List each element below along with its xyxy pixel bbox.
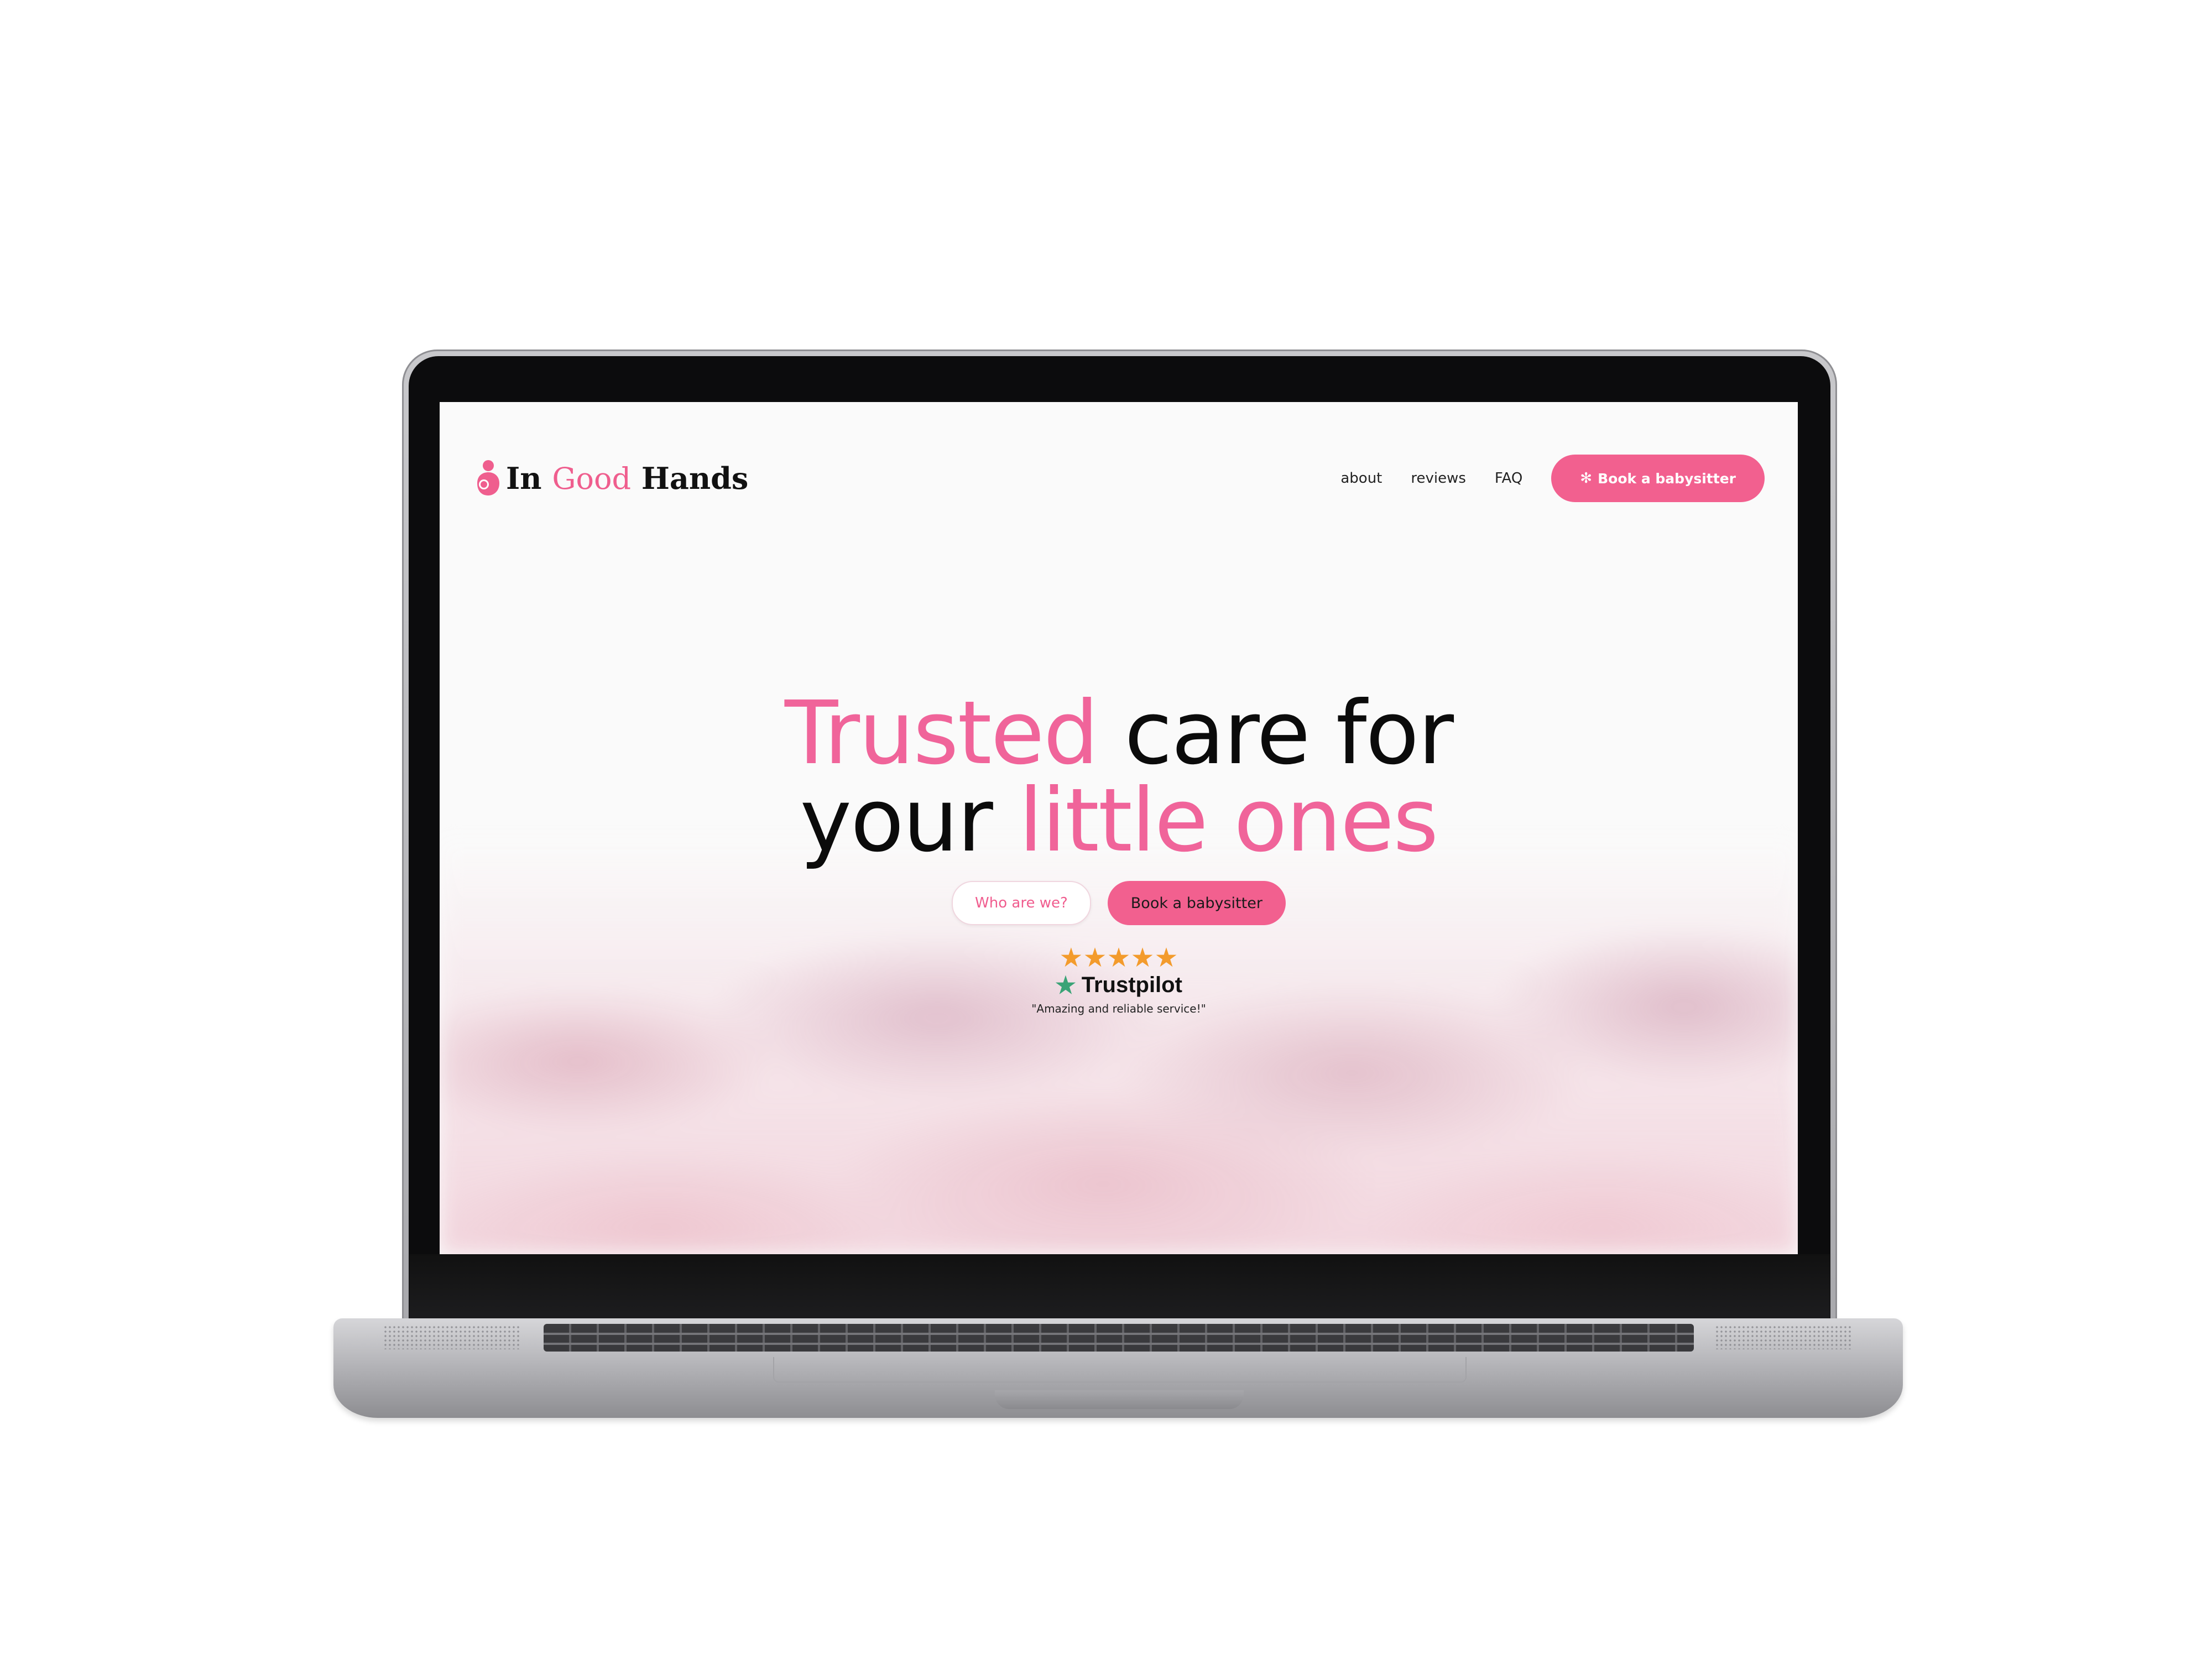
review-quote: "Amazing and reliable service!": [1031, 1002, 1206, 1015]
nav-link-reviews[interactable]: reviews: [1411, 470, 1466, 487]
hero-line-1: Trusted care for: [440, 690, 1798, 777]
hero-accent-1: Trusted: [784, 682, 1099, 784]
keyboard: [544, 1324, 1694, 1352]
brand-name-part3: Hands: [641, 461, 749, 496]
hero-text-2: your: [800, 770, 1019, 872]
screen-chin: [409, 1254, 1830, 1319]
trustpilot-label: Trustpilot: [1081, 973, 1182, 997]
trackpad: [773, 1357, 1467, 1383]
rating-stars-icon: ★★★★★: [1059, 943, 1178, 973]
brand-name-part1: In: [506, 461, 542, 496]
speaker-grille-left: [383, 1325, 521, 1349]
nav-cta-label: Book a babysitter: [1598, 470, 1736, 487]
brand-name-part2: Good: [552, 461, 632, 496]
top-navigation: In Good Hands about reviews FAQ ✻ Book a…: [440, 452, 1798, 507]
speaker-grille-right: [1715, 1325, 1853, 1349]
mother-child-icon: [477, 460, 499, 495]
brand-logo[interactable]: In Good Hands: [472, 456, 748, 500]
nav-links: about reviews FAQ ✻ Book a babysitter: [1340, 455, 1765, 502]
nav-link-faq[interactable]: FAQ: [1495, 470, 1522, 487]
trustpilot-star-icon: ★: [1055, 972, 1076, 998]
nav-link-about[interactable]: about: [1340, 470, 1382, 487]
hero-accent-2: little ones: [1019, 770, 1438, 872]
nav-book-babysitter-button[interactable]: ✻ Book a babysitter: [1551, 455, 1765, 502]
book-babysitter-button[interactable]: Book a babysitter: [1107, 881, 1286, 925]
who-are-we-button[interactable]: Who are we?: [952, 881, 1091, 925]
lid-notch: [995, 1390, 1244, 1409]
trustpilot-badge[interactable]: ★ Trustpilot: [440, 972, 1798, 999]
hero-headline: Trusted care for your little ones: [440, 690, 1798, 864]
hero-buttons: Who are we? Book a babysitter: [440, 881, 1798, 925]
brand-name: In Good Hands: [506, 461, 748, 496]
hero-line-2: your little ones: [440, 777, 1798, 864]
person-icon: ✻: [1580, 470, 1593, 487]
laptop-base: [333, 1318, 1903, 1418]
website-screen: In Good Hands about reviews FAQ ✻ Book a…: [440, 402, 1798, 1254]
hero-text-1: care for: [1098, 682, 1454, 784]
laptop-mockup: In Good Hands about reviews FAQ ✻ Book a…: [0, 0, 2212, 1659]
